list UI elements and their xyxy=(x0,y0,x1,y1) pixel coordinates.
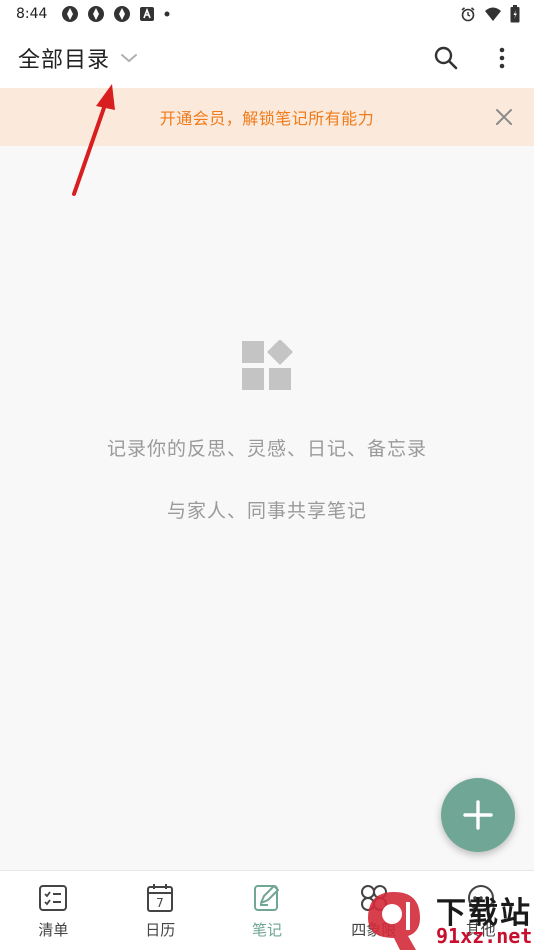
calendar-icon: 7 xyxy=(145,883,175,913)
close-icon xyxy=(496,109,512,125)
widgets-icon xyxy=(242,340,293,390)
status-time: 8:44 xyxy=(16,6,48,22)
empty-state-line2: 与家人、同事共享笔记 xyxy=(166,500,367,522)
note-icon xyxy=(252,883,282,913)
nav-item-checklist[interactable]: 清单 xyxy=(0,871,107,950)
search-icon xyxy=(434,46,458,70)
nav-item-more[interactable]: 其他 xyxy=(427,871,534,950)
app-bar-actions xyxy=(432,44,516,72)
calendar-day: 7 xyxy=(156,896,164,910)
more-vertical-icon xyxy=(499,47,505,69)
nav-label: 笔记 xyxy=(251,921,282,939)
empty-state-line1: 记录你的反思、灵感、日记、备忘录 xyxy=(106,438,427,460)
nav-label: 清单 xyxy=(38,921,69,939)
plus-icon xyxy=(463,800,493,830)
search-button[interactable] xyxy=(432,44,460,72)
membership-promo-banner[interactable]: 开通会员，解锁笔记所有能力 xyxy=(0,88,534,146)
battery-icon xyxy=(510,5,520,23)
bottom-navigation: 清单 7 日历 笔记 四象限 其他 xyxy=(0,870,534,950)
nav-item-calendar[interactable]: 7 日历 xyxy=(107,871,214,950)
nav-label: 日历 xyxy=(145,921,176,939)
promo-text[interactable]: 开通会员，解锁笔记所有能力 xyxy=(160,105,375,129)
app-notification-icon xyxy=(114,6,131,22)
chevron-down-icon[interactable] xyxy=(120,52,138,64)
app-screen: 8:44 全部目录 开通会员，解锁笔记所有能力 记录你的反思、灵感、日记、备忘录… xyxy=(0,0,534,950)
notification-icons xyxy=(61,5,171,23)
status-bar: 8:44 xyxy=(0,0,534,28)
app-bar: 全部目录 xyxy=(0,28,534,88)
app-notification-icon xyxy=(62,6,79,22)
directory-title[interactable]: 全部目录 xyxy=(18,42,110,74)
alarm-icon xyxy=(461,7,475,22)
wifi-icon xyxy=(485,7,501,21)
nav-item-notes[interactable]: 笔记 xyxy=(214,871,321,950)
more-notifications-dot-icon xyxy=(164,11,170,17)
nav-item-quadrant[interactable]: 四象限 xyxy=(320,871,427,950)
checklist-icon xyxy=(38,883,68,913)
a-letter-icon xyxy=(140,7,155,21)
system-icons xyxy=(460,5,520,23)
nav-label: 其他 xyxy=(465,921,496,939)
add-note-button[interactable] xyxy=(441,778,515,852)
app-notification-icon xyxy=(88,6,105,22)
more-icon xyxy=(466,883,496,913)
nav-label: 四象限 xyxy=(351,921,397,939)
overflow-menu-button[interactable] xyxy=(488,44,516,72)
close-promo-button[interactable] xyxy=(494,107,514,127)
quadrant-icon xyxy=(359,883,389,913)
